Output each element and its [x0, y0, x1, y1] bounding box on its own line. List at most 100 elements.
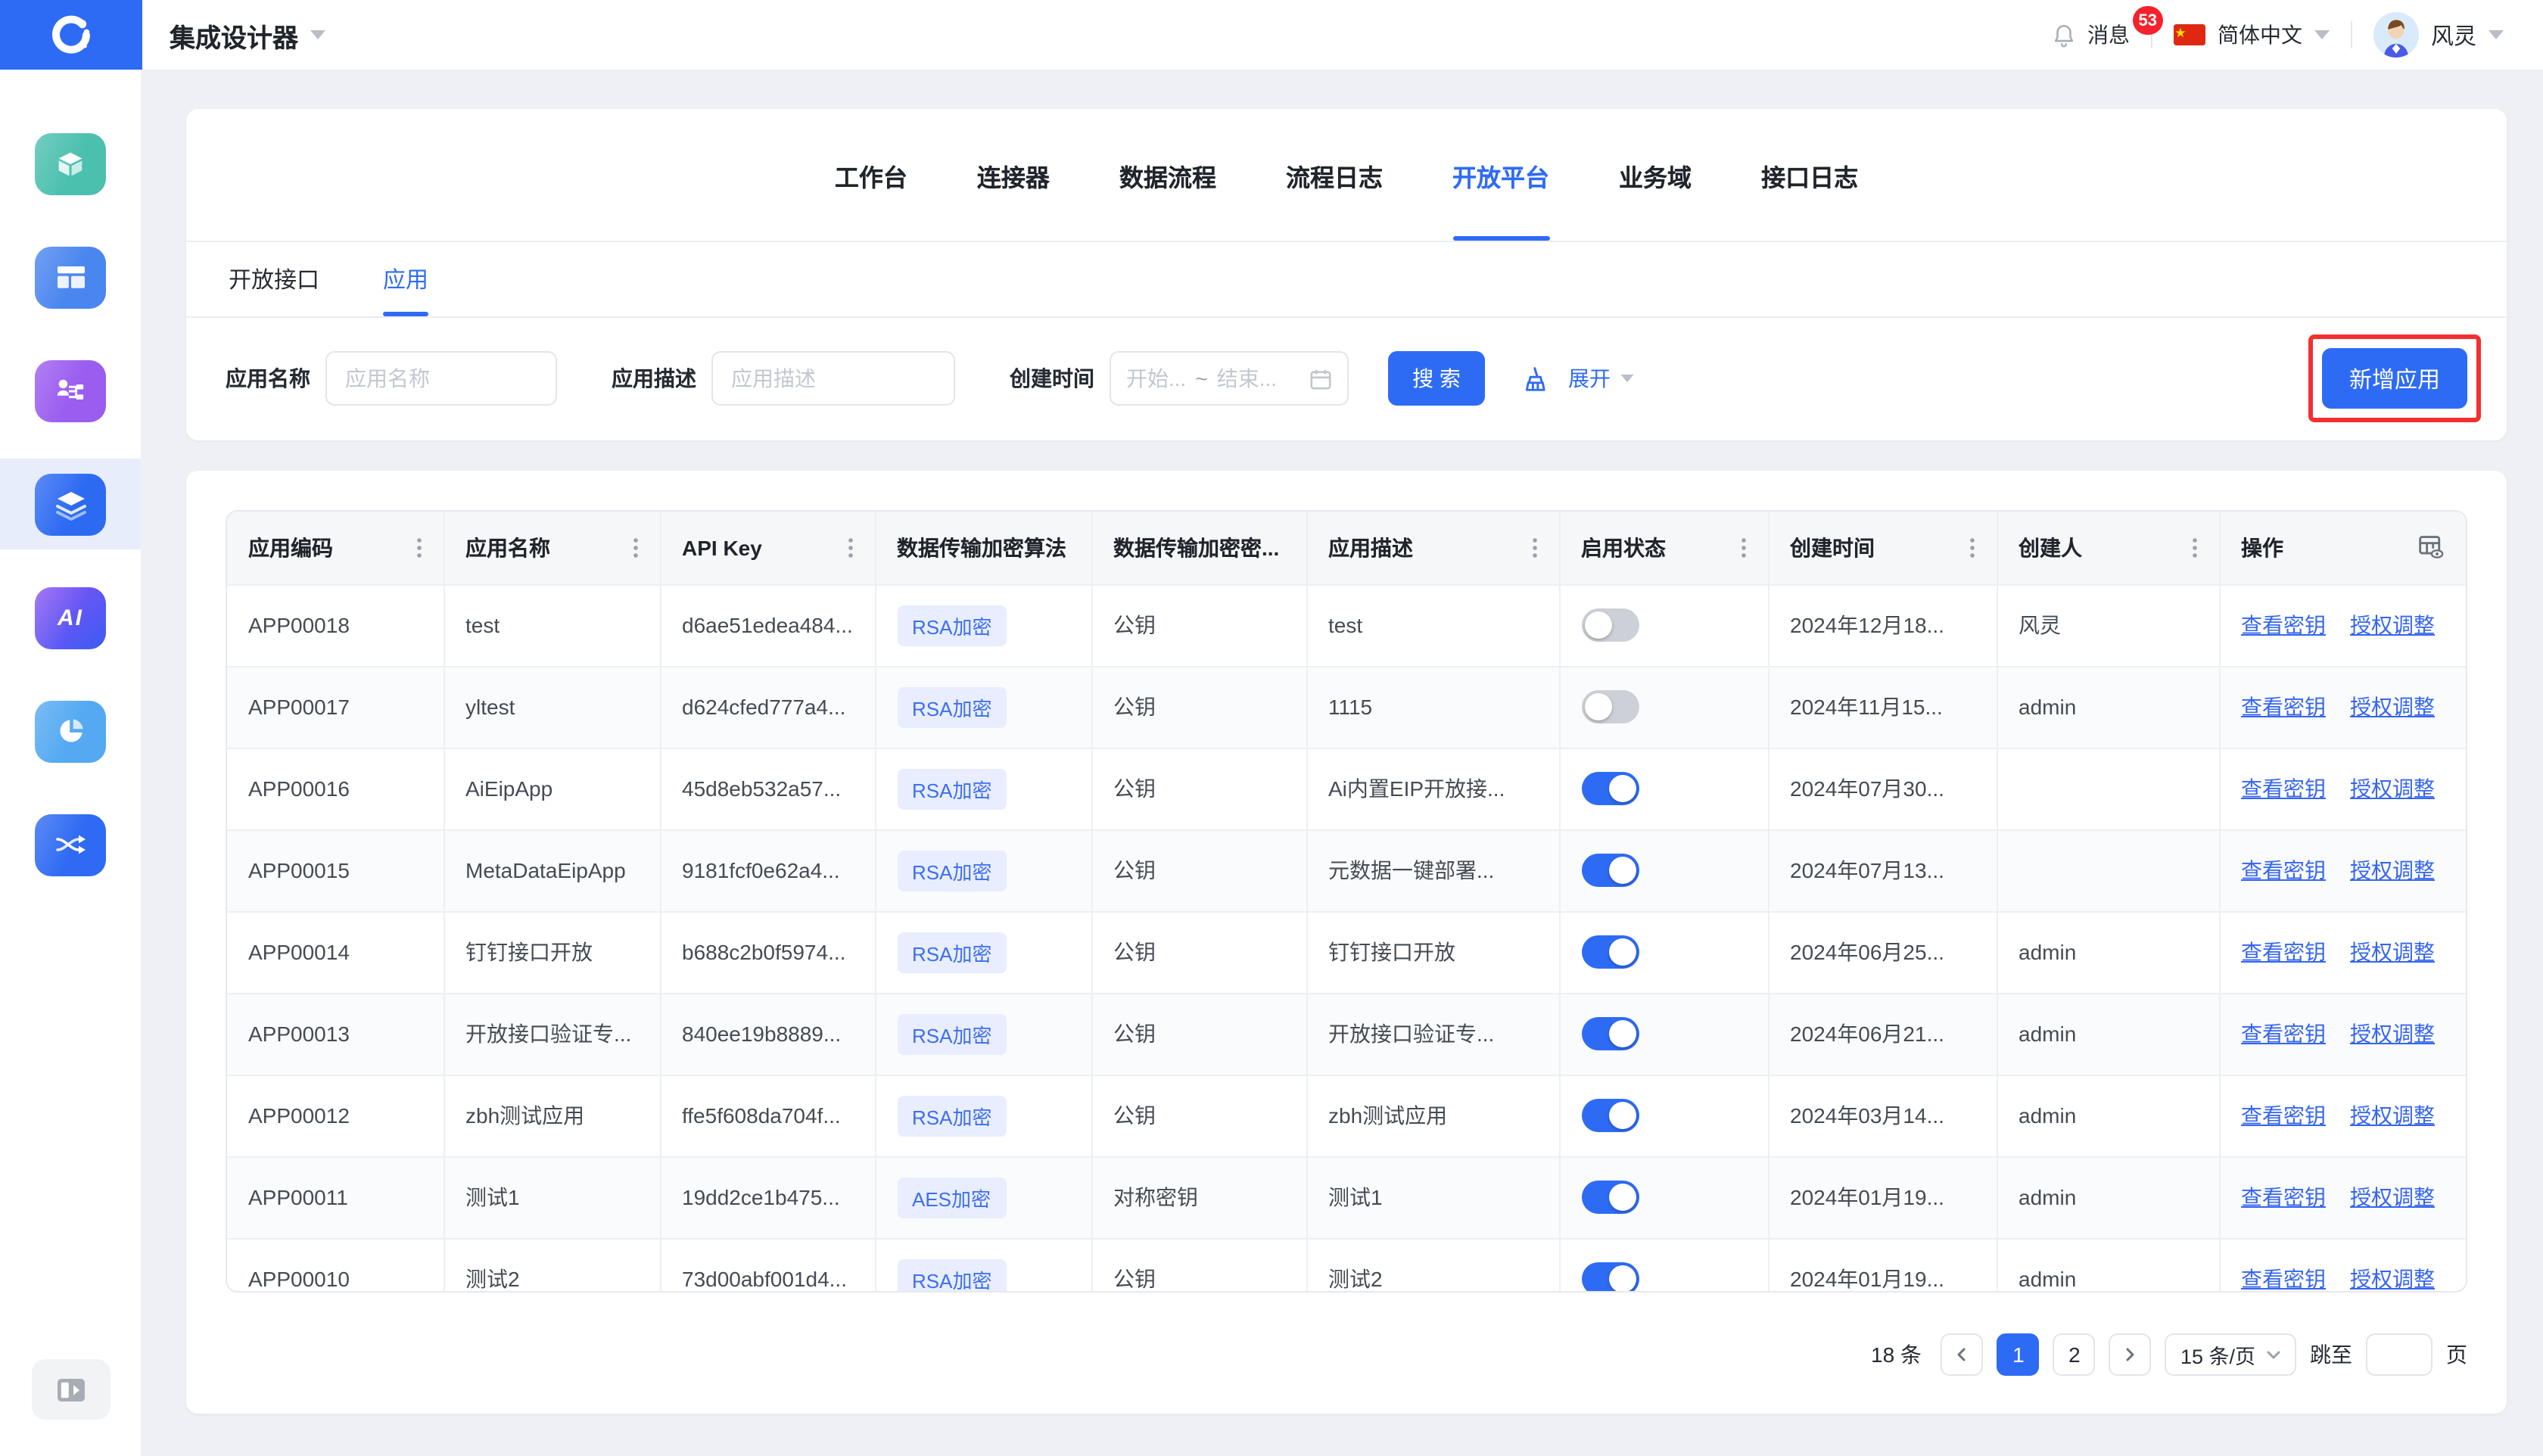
sidebar-item-orgflow[interactable] — [0, 345, 141, 436]
main-tab[interactable]: 数据流程 — [1119, 109, 1216, 241]
main-tab[interactable]: 开放平台 — [1452, 109, 1549, 241]
cell-creator: admin — [1997, 666, 2219, 748]
cell-app-desc: 元数据一键部署... — [1306, 829, 1559, 911]
cell-app-name: zbh测试应用 — [444, 1075, 660, 1156]
column-label: 应用描述 — [1328, 533, 1413, 563]
language-label: 简体中文 — [2218, 20, 2302, 50]
cell-key-type: 公钥 — [1091, 1075, 1306, 1156]
app-title-dropdown[interactable]: 集成设计器 — [170, 16, 325, 54]
adjust-auth-link[interactable]: 授权调整 — [2350, 613, 2435, 637]
view-key-link[interactable]: 查看密钥 — [2241, 1185, 2326, 1209]
table-header-row: 应用编码应用名称API Key数据传输加密算法数据传输加密密...应用描述启用状… — [227, 512, 2466, 584]
table-row: APP00011测试119dd2ce1b475...AES加密对称密钥测试120… — [227, 1156, 2466, 1238]
cell-created: 2024年06月25... — [1768, 911, 1997, 993]
adjust-auth-link[interactable]: 授权调整 — [2350, 695, 2435, 719]
table-row: APP00010测试273d00abf001d4...RSA加密公钥测试2202… — [227, 1238, 2466, 1293]
view-key-link[interactable]: 查看密钥 — [2241, 776, 2326, 801]
sidebar-item-routing[interactable] — [0, 799, 141, 890]
orgchart-icon — [35, 359, 106, 422]
status-toggle[interactable] — [1581, 1262, 1639, 1293]
adjust-auth-link[interactable]: 授权调整 — [2350, 776, 2435, 801]
encryption-tag: RSA加密 — [897, 1095, 1007, 1136]
date-range-input[interactable]: 开始... ~ 结束... — [1110, 351, 1349, 406]
main-tab[interactable]: 业务域 — [1619, 109, 1692, 241]
main-tab[interactable]: 流程日志 — [1286, 109, 1383, 241]
view-key-link[interactable]: 查看密钥 — [2241, 1022, 2326, 1046]
cell-key-type: 公钥 — [1091, 666, 1306, 748]
page-number-button[interactable]: 1 — [1997, 1333, 2040, 1376]
view-key-link[interactable]: 查看密钥 — [2241, 1267, 2326, 1291]
column-menu-icon[interactable] — [632, 537, 638, 558]
top-bar: 集成设计器 消息 53 简体中文 — [0, 0, 2543, 70]
column-label: 应用编码 — [248, 533, 333, 563]
add-app-button[interactable]: 新增应用 — [2322, 348, 2467, 409]
sidebar-item-ai[interactable]: AI — [0, 572, 141, 663]
page-size-select[interactable]: 15 条/页 — [2165, 1333, 2296, 1376]
page-suffix: 页 — [2446, 1339, 2467, 1370]
language-selector[interactable]: 简体中文 — [2174, 20, 2330, 50]
adjust-auth-link[interactable]: 授权调整 — [2350, 1267, 2435, 1291]
status-toggle[interactable] — [1581, 689, 1639, 723]
cell-app-code: APP00014 — [227, 911, 444, 993]
column-header: 启用状态 — [1559, 512, 1768, 584]
column-menu-icon[interactable] — [847, 537, 853, 558]
status-toggle[interactable] — [1581, 771, 1639, 804]
main-tab[interactable]: 工作台 — [835, 109, 907, 241]
status-toggle[interactable] — [1581, 1180, 1639, 1213]
column-header: 数据传输加密算法 — [875, 512, 1091, 584]
expand-label: 展开 — [1568, 363, 1611, 394]
expand-filters-toggle[interactable]: 展开 — [1568, 363, 1635, 394]
sidebar-item-dashboard[interactable] — [0, 232, 141, 322]
sidebar-collapse-button[interactable] — [32, 1359, 110, 1420]
app-desc-input[interactable] — [711, 351, 955, 406]
adjust-auth-link[interactable]: 授权调整 — [2350, 940, 2435, 964]
view-key-link[interactable]: 查看密钥 — [2241, 1103, 2326, 1128]
next-page-button[interactable] — [2109, 1333, 2152, 1376]
cell-created: 2024年06月21... — [1768, 993, 1997, 1075]
view-key-link[interactable]: 查看密钥 — [2241, 858, 2326, 882]
status-toggle[interactable] — [1581, 935, 1639, 968]
user-menu[interactable]: 风灵 — [2373, 12, 2504, 58]
status-toggle[interactable] — [1581, 853, 1639, 886]
column-menu-icon[interactable] — [2191, 537, 2197, 558]
view-key-link[interactable]: 查看密钥 — [2241, 940, 2326, 964]
cell-app-desc: 测试2 — [1306, 1238, 1559, 1293]
main-tab[interactable]: 连接器 — [977, 109, 1050, 241]
application-window: 集成设计器 消息 53 简体中文 — [0, 0, 2543, 1456]
view-key-link[interactable]: 查看密钥 — [2241, 613, 2326, 637]
status-toggle[interactable] — [1581, 1016, 1639, 1050]
main-tab[interactable]: 接口日志 — [1761, 109, 1858, 241]
date-separator: ~ — [1195, 366, 1207, 390]
page-number-button[interactable]: 2 — [2053, 1333, 2096, 1376]
adjust-auth-link[interactable]: 授权调整 — [2350, 1185, 2435, 1209]
clear-filters-button[interactable] — [1518, 364, 1547, 393]
search-button[interactable]: 搜 索 — [1388, 351, 1485, 406]
column-menu-icon[interactable] — [1531, 537, 1537, 558]
adjust-auth-link[interactable]: 授权调整 — [2350, 858, 2435, 882]
adjust-auth-link[interactable]: 授权调整 — [2350, 1103, 2435, 1128]
cell-app-name: 钉钉接口开放 — [444, 911, 660, 993]
column-menu-icon[interactable] — [416, 537, 422, 558]
sub-tab[interactable]: 应用 — [383, 242, 428, 316]
app-name-input[interactable] — [325, 351, 557, 406]
status-toggle[interactable] — [1581, 1098, 1639, 1131]
view-key-link[interactable]: 查看密钥 — [2241, 695, 2326, 719]
status-toggle[interactable] — [1581, 608, 1639, 641]
cell-status — [1559, 911, 1768, 993]
column-menu-icon[interactable] — [1740, 537, 1746, 558]
sub-tab[interactable]: 开放接口 — [229, 242, 319, 316]
prev-page-button[interactable] — [1941, 1333, 1984, 1376]
column-menu-icon[interactable] — [1969, 537, 1975, 558]
cell-key-type: 公钥 — [1091, 748, 1306, 829]
sidebar-item-analytics[interactable] — [0, 686, 141, 776]
cell-actions: 查看密钥授权调整 — [2219, 748, 2466, 829]
sidebar-item-integration-active[interactable] — [0, 459, 141, 549]
cell-app-desc: 测试1 — [1306, 1156, 1559, 1238]
column-settings-icon[interactable] — [2417, 535, 2445, 561]
messages-button[interactable]: 消息 53 — [2051, 20, 2130, 50]
add-app-wrap: 新增应用 — [2322, 348, 2467, 409]
adjust-auth-link[interactable]: 授权调整 — [2350, 1022, 2435, 1046]
sidebar-item-assets[interactable] — [0, 118, 141, 209]
jump-page-input[interactable] — [2366, 1333, 2433, 1376]
cell-app-code: APP00012 — [227, 1075, 444, 1156]
